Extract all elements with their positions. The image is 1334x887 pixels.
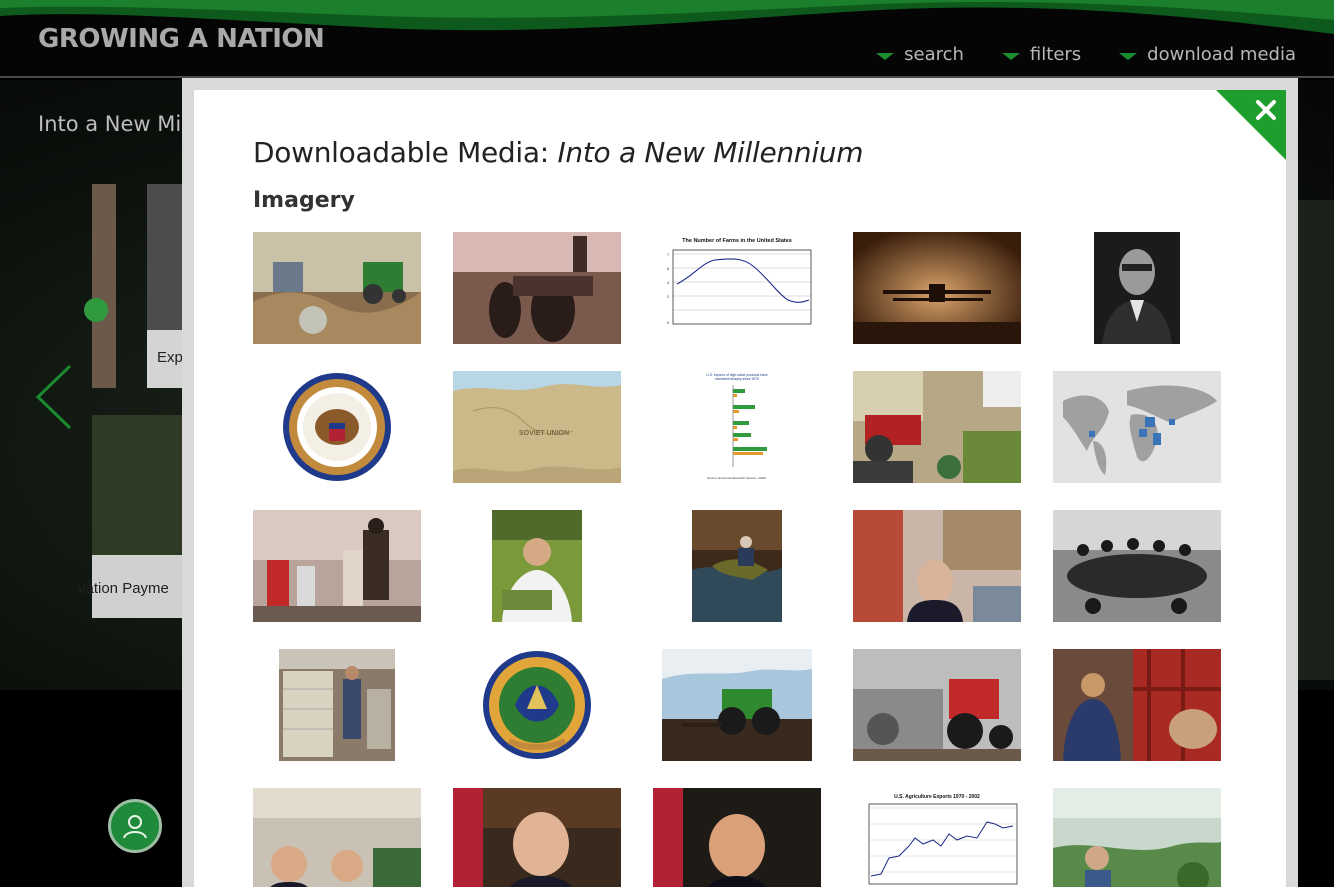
section-title-imagery: Imagery [253, 188, 355, 213]
thumbnail-usda-seal[interactable] [453, 649, 621, 761]
nav-download-media-label: download media [1147, 44, 1296, 65]
background-page-title: Into a New Mil [38, 112, 188, 136]
thumbnail-exports-bar-chart[interactable]: U.S. exports of high-value products have… [653, 371, 821, 483]
modal-content: Downloadable Media: Into a New Millenniu… [194, 90, 1286, 887]
image-thumbnail [1053, 649, 1221, 761]
triangle-down-icon [876, 53, 895, 60]
thumbnail-congress-seal[interactable] [253, 371, 421, 483]
image-thumbnail [453, 788, 621, 887]
image-thumbnail [1053, 371, 1221, 483]
nav-search-label: search [904, 44, 964, 65]
image-thumbnail [853, 649, 1021, 761]
image-thumbnail [492, 510, 582, 622]
thumbnail-fisherman-stream[interactable] [653, 510, 821, 622]
close-icon[interactable] [1216, 90, 1286, 160]
chevron-left-icon[interactable] [34, 362, 74, 432]
thumbnail-cattle-vet[interactable] [1053, 649, 1221, 761]
nav-filters-label: filters [1029, 44, 1082, 65]
triangle-down-icon [1119, 53, 1138, 60]
image-thumbnail: U.S. exports of high-value products have… [687, 371, 787, 483]
thumbnail-warehouse-worker[interactable] [253, 649, 421, 761]
page: Into a New Mil Exp vation Payme GROWING … [0, 0, 1334, 887]
image-thumbnail [253, 371, 421, 483]
image-thumbnail [253, 510, 421, 622]
image-thumbnail: The Number of Farms in the United States… [653, 232, 821, 344]
thumbnail-portrait-official[interactable] [1053, 232, 1221, 344]
thumbnail-world-map-highlight[interactable] [1053, 371, 1221, 483]
thumbnail-exports-line-chart[interactable]: U.S. Agriculture Exports 1970 - 2002 [853, 788, 1021, 887]
thumbnail-green-tractor-field[interactable] [653, 649, 821, 761]
modal-title: Downloadable Media: Into a New Millenniu… [253, 136, 864, 169]
image-thumbnail [692, 510, 782, 622]
image-thumbnail [279, 649, 395, 761]
download-media-modal: Downloadable Media: Into a New Millenniu… [182, 78, 1298, 887]
image-thumbnail [253, 788, 421, 887]
site-header: GROWING A NATION search filters download… [0, 0, 1334, 78]
thumbnail-nixon-collage[interactable] [853, 510, 1021, 622]
thumbnail-farmer-on-tractor[interactable] [453, 232, 621, 344]
user-avatar-icon[interactable] [108, 799, 162, 853]
thumbnail-crop-duster-plane[interactable] [853, 232, 1021, 344]
thumbnail-portrait-carter[interactable] [453, 788, 621, 887]
image-thumbnail [853, 371, 1021, 483]
thumbnail-farms-chart[interactable]: The Number of Farms in the United States… [653, 232, 821, 344]
header-nav: search filters download media [876, 44, 1296, 65]
nav-download-media[interactable]: download media [1119, 44, 1296, 65]
image-thumbnail: U.S. Agriculture Exports 1970 - 2002 [853, 788, 1021, 887]
close-button[interactable] [1216, 90, 1286, 160]
image-thumbnail [662, 649, 812, 761]
map-label: SOVIET UNION [519, 430, 569, 437]
chart-title: The Number of Farms in the United States [682, 238, 792, 244]
chart-title-line2: increased sharply since 1970 [715, 377, 759, 381]
image-thumbnail [653, 788, 821, 887]
thumbnail-red-tractor-collage[interactable] [853, 649, 1021, 761]
nav-filters[interactable]: filters [1001, 44, 1082, 65]
nav-search[interactable]: search [876, 44, 964, 65]
thumbnail-soviet-union-map[interactable]: SOVIET UNION [453, 371, 621, 483]
background-card-label: vation Payme [78, 580, 169, 597]
triangle-down-icon [1001, 53, 1020, 60]
thumbnail-gas-station-farmer[interactable] [253, 510, 421, 622]
image-thumbnail [1053, 510, 1221, 622]
chart-source: Source: Economic Research Service, USDA. [707, 476, 767, 480]
thumbnail-cabinet-meeting[interactable] [1053, 510, 1221, 622]
modal-title-italic: Into a New Millennium [557, 136, 864, 169]
image-thumbnail [1053, 788, 1221, 887]
thumbnail-portrait-reagan[interactable] [653, 788, 821, 887]
chart-title: U.S. Agriculture Exports 1970 - 2002 [894, 794, 980, 800]
image-thumbnail [479, 649, 595, 761]
thumbnail-oil-farm-collage[interactable] [853, 371, 1021, 483]
thumbnail-scientist-plants[interactable] [453, 510, 621, 622]
image-thumbnail [453, 232, 621, 344]
image-thumbnail [853, 232, 1021, 344]
image-thumbnail [253, 232, 421, 344]
image-thumbnail [853, 510, 1021, 622]
site-title[interactable]: GROWING A NATION [38, 24, 325, 54]
thumbnail-soviet-union-tractor-collage[interactable] [253, 232, 421, 344]
thumbnail-farm-workers-collage[interactable] [1053, 788, 1221, 887]
image-thumbnail: SOVIET UNION [453, 371, 621, 483]
modal-title-prefix: Downloadable Media: [253, 136, 558, 169]
thumbnail-reagan-carter-collage[interactable] [253, 788, 421, 887]
background-card-label: Exp [157, 349, 183, 366]
image-thumbnail [1094, 232, 1180, 344]
